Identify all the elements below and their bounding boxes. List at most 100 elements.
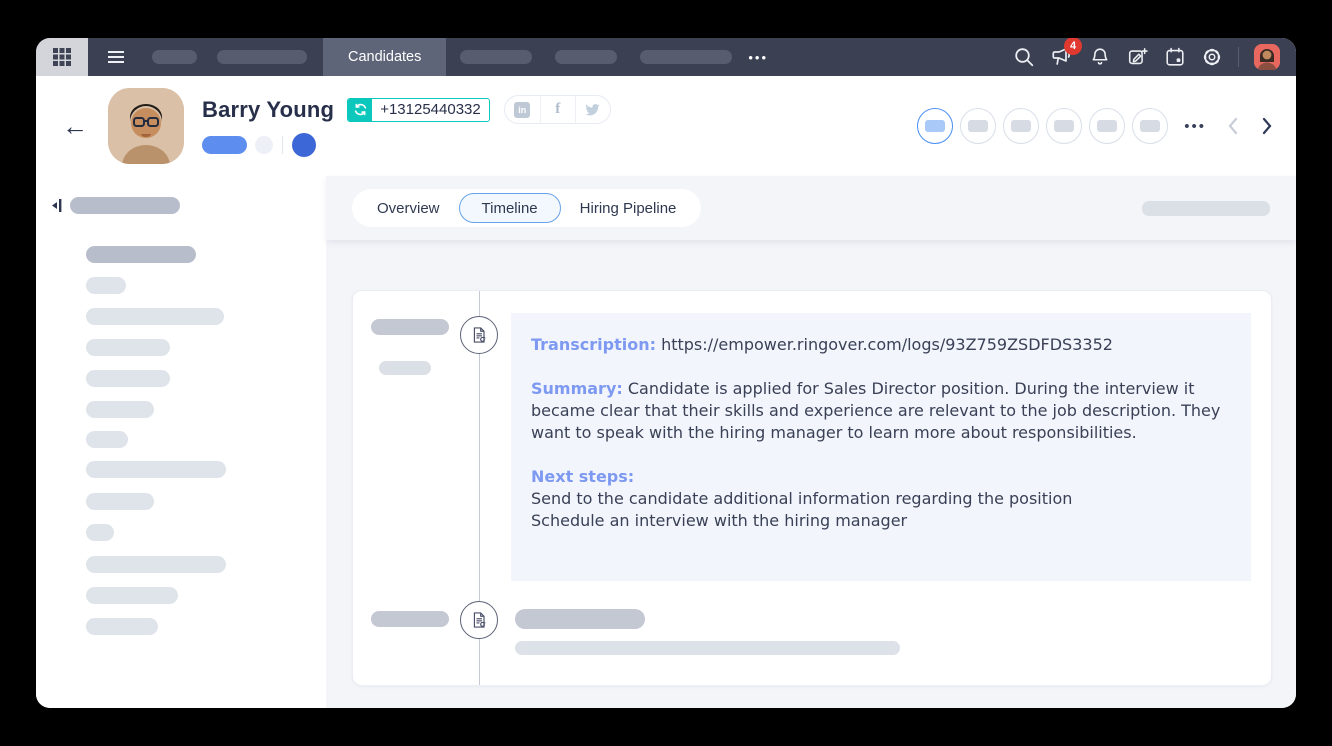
next-steps-heading: Next steps: xyxy=(531,466,1231,488)
compose-message-button[interactable] xyxy=(1126,46,1149,68)
search-button[interactable] xyxy=(1013,46,1035,68)
candidate-avatar-image xyxy=(108,88,184,164)
sidebar-skeleton xyxy=(86,556,226,573)
sidebar-skeleton xyxy=(86,524,114,541)
nav-tab-candidates-label: Candidates xyxy=(348,49,421,65)
action-placeholder xyxy=(925,120,945,132)
action-button-2[interactable] xyxy=(960,108,996,144)
timeline-body-skeleton xyxy=(515,641,900,655)
chevron-right-icon xyxy=(1260,116,1274,136)
status-dot[interactable] xyxy=(292,133,316,157)
hamburger-icon xyxy=(107,50,125,64)
sidebar-skeleton xyxy=(86,401,154,418)
panel-collapse-icon xyxy=(52,198,65,213)
sidebar-skeleton xyxy=(70,197,180,214)
new-message-icon xyxy=(1126,46,1149,68)
settings-button[interactable] xyxy=(1201,46,1223,68)
main-panel: Overview Timeline Hiring Pipeline xyxy=(326,176,1296,708)
candidate-avatar xyxy=(108,88,184,164)
candidate-identity: Barry Young +13125440332 in xyxy=(202,95,611,157)
summary-label: Summary: xyxy=(531,379,623,398)
linkedin-button[interactable]: in xyxy=(505,96,540,123)
document-refresh-icon xyxy=(469,325,489,345)
next-steps-label: Next steps: xyxy=(531,467,634,486)
document-refresh-icon xyxy=(469,610,489,630)
timeline-date-skeleton xyxy=(371,611,449,627)
transcription-url: https://empower.ringover.com/logs/93Z759… xyxy=(661,335,1113,354)
twitter-button[interactable] xyxy=(575,96,610,123)
previous-candidate-button[interactable] xyxy=(1226,116,1240,136)
ringover-sync-icon xyxy=(348,98,372,122)
tab-overview-label: Overview xyxy=(377,200,440,217)
user-avatar[interactable] xyxy=(1254,44,1280,70)
tab-hiring-pipeline[interactable]: Hiring Pipeline xyxy=(567,193,690,223)
sidebar-skeleton xyxy=(86,246,196,263)
tab-bar: Overview Timeline Hiring Pipeline xyxy=(326,176,1296,240)
timeline-title-skeleton xyxy=(515,609,645,629)
tab-overview[interactable]: Overview xyxy=(364,193,453,223)
action-placeholder xyxy=(1011,120,1031,132)
notification-count: 4 xyxy=(1070,40,1076,52)
nav-item-placeholder xyxy=(460,50,532,64)
candidate-header: ← Barry Young xyxy=(36,76,1296,176)
topnav-actions: 4 xyxy=(1013,44,1296,70)
user-avatar-image xyxy=(1254,44,1280,70)
notifications-button[interactable] xyxy=(1089,46,1111,68)
nav-item-placeholder xyxy=(555,50,617,64)
tab-hiring-pipeline-label: Hiring Pipeline xyxy=(580,200,677,217)
nav-overflow-button[interactable]: ••• xyxy=(748,50,768,65)
timeline-date-skeleton xyxy=(371,319,449,335)
facebook-button[interactable]: f xyxy=(540,96,575,123)
timeline-event-node[interactable] xyxy=(460,316,498,354)
more-horizontal-icon: ••• xyxy=(1184,118,1206,135)
back-arrow-icon: ← xyxy=(62,111,88,141)
action-button-4[interactable] xyxy=(1046,108,1082,144)
gear-icon xyxy=(1201,46,1223,68)
calendar-icon xyxy=(1164,46,1186,68)
transcription-label: Transcription: xyxy=(531,335,656,354)
summary-paragraph: Summary: Candidate is applied for Sales … xyxy=(531,378,1231,444)
timeline-time-skeleton xyxy=(379,361,431,375)
app-launcher-button[interactable] xyxy=(36,38,88,76)
sidebar-skeleton xyxy=(86,370,170,387)
action-placeholder xyxy=(1140,120,1160,132)
announcements-button[interactable]: 4 xyxy=(1050,46,1074,68)
top-navbar: Candidates ••• 4 xyxy=(36,38,1296,76)
sidebar-skeleton xyxy=(86,308,224,325)
sidebar-skeleton xyxy=(86,277,126,294)
linkedin-icon: in xyxy=(514,102,530,118)
next-candidate-button[interactable] xyxy=(1260,116,1274,136)
back-button[interactable]: ← xyxy=(58,113,92,139)
header-overflow-button[interactable]: ••• xyxy=(1184,118,1206,135)
sidebar-skeleton xyxy=(86,431,128,448)
action-button-3[interactable] xyxy=(1003,108,1039,144)
sidebar-skeleton xyxy=(86,618,158,635)
action-placeholder xyxy=(1054,120,1074,132)
candidate-name: Barry Young xyxy=(202,97,334,123)
header-actions: ••• xyxy=(910,108,1274,144)
nav-item-placeholder xyxy=(152,50,197,64)
collapse-sidebar-button[interactable] xyxy=(52,198,65,213)
candidate-tags xyxy=(202,133,611,157)
search-icon xyxy=(1013,46,1035,68)
more-horizontal-icon: ••• xyxy=(748,50,768,65)
phone-badge[interactable]: +13125440332 xyxy=(347,98,490,122)
tab-timeline-label: Timeline xyxy=(482,200,538,217)
action-button-1[interactable] xyxy=(917,108,953,144)
app-window: Candidates ••• 4 xyxy=(36,38,1296,708)
left-sidebar xyxy=(36,176,326,708)
tag-circle-placeholder[interactable] xyxy=(255,136,273,154)
timeline-event-node[interactable] xyxy=(460,601,498,639)
action-button-6[interactable] xyxy=(1132,108,1168,144)
tag-placeholder[interactable] xyxy=(202,136,247,154)
tabs-group: Overview Timeline Hiring Pipeline xyxy=(352,189,701,227)
action-button-5[interactable] xyxy=(1089,108,1125,144)
menu-button[interactable] xyxy=(107,50,125,64)
sidebar-skeleton xyxy=(86,461,226,478)
nav-tab-candidates[interactable]: Candidates xyxy=(323,38,446,76)
nav-item-placeholder xyxy=(217,50,307,64)
nav-item-placeholder xyxy=(640,50,732,64)
tag-divider xyxy=(282,136,283,154)
tab-timeline[interactable]: Timeline xyxy=(459,193,561,223)
calendar-button[interactable] xyxy=(1164,46,1186,68)
